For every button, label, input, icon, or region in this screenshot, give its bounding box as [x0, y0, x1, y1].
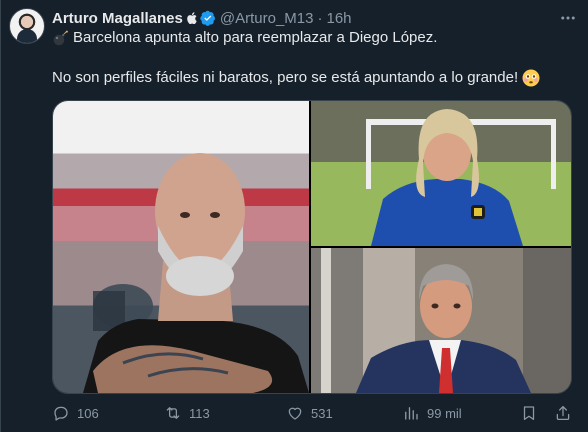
more-options-button[interactable]: [557, 8, 579, 28]
tweet-text-line-1: Barcelona apunta alto para reemplazar a …: [52, 28, 437, 48]
reply-count: 106: [77, 405, 99, 421]
heart-icon: [288, 407, 302, 420]
reply-icon: [54, 406, 68, 421]
tweet-actions: 106 113 531 99 mil: [0, 402, 588, 424]
views-button[interactable]: 99 mil: [402, 402, 462, 424]
views-count: 99 mil: [427, 405, 462, 421]
media-photo-1-illustration: [83, 153, 309, 393]
tweet-header: Arturo Magallanes @Arturo_M13 · 16h: [52, 9, 352, 27]
share-button[interactable]: [554, 402, 579, 424]
media-grid: [52, 100, 572, 394]
bookmark-icon: [523, 406, 535, 421]
views-chart-icon: [405, 407, 418, 420]
media-photo-3[interactable]: [311, 248, 571, 393]
flushed-face-emoji: [522, 69, 540, 87]
media-photo-1[interactable]: [53, 101, 309, 393]
like-button[interactable]: 531: [286, 402, 333, 424]
apple-icon: [187, 12, 197, 24]
retweet-button[interactable]: 113: [164, 402, 210, 424]
tweet-timestamp[interactable]: 16h: [326, 10, 351, 27]
tweet-text-2: No son perfiles fáciles ni baratos, pero…: [52, 69, 519, 86]
tweet-text-line-2: No son perfiles fáciles ni baratos, pero…: [52, 68, 540, 88]
more-options-icon: [561, 16, 575, 20]
bookmark-button[interactable]: [520, 402, 545, 424]
retweet-count: 113: [189, 405, 210, 421]
retweet-icon: [166, 407, 180, 419]
left-divider: [0, 0, 1, 432]
avatar[interactable]: [9, 8, 45, 44]
verified-badge-icon: [200, 10, 215, 26]
media-photo-2[interactable]: [311, 101, 571, 246]
media-photo-2-illustration: [366, 109, 556, 246]
reply-button[interactable]: 106: [52, 402, 99, 424]
tweet-text-1: Barcelona apunta alto para reemplazar a …: [73, 29, 438, 46]
media-photo-3-illustration: [321, 248, 571, 393]
share-icon: [556, 405, 570, 421]
like-count: 531: [311, 405, 333, 421]
author-name[interactable]: Arturo Magallanes: [52, 10, 183, 27]
separator-dot: ·: [317, 9, 323, 27]
author-handle[interactable]: @Arturo_M13: [220, 10, 314, 27]
bomb-emoji: [53, 30, 68, 46]
